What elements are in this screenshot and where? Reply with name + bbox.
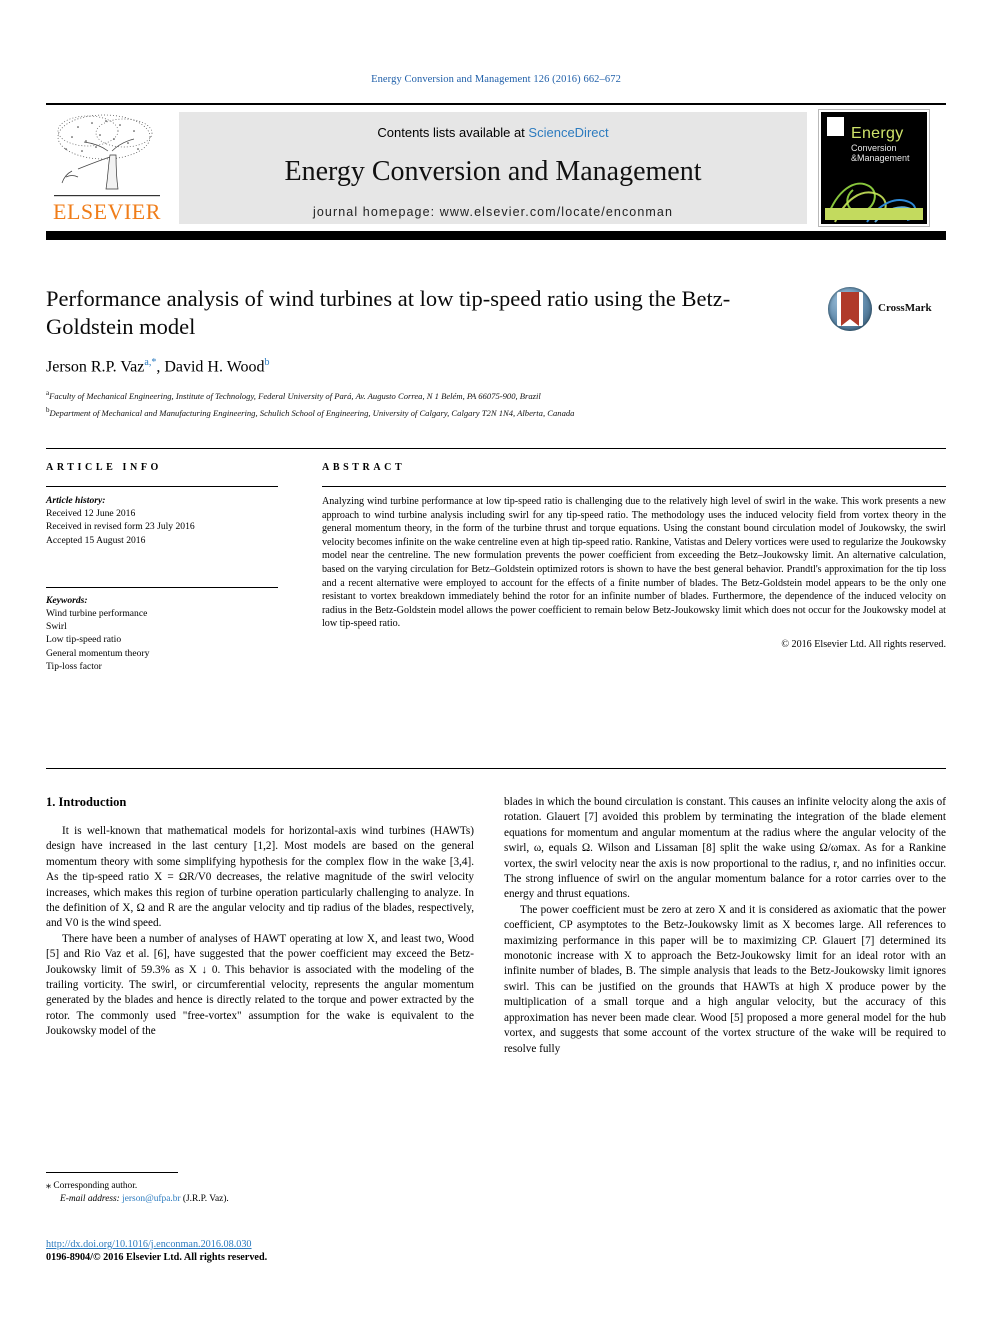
paragraph: It is well-known that mathematical model… [46,825,474,930]
masthead-top-rule [46,103,946,105]
running-head: Energy Conversion and Management 126 (20… [371,74,621,85]
author-name-2: David H. Wood [164,358,265,376]
page-title: Performance analysis of wind turbines at… [46,286,731,339]
paragraph: The power coefficient must be zero at ze… [504,903,946,1055]
keyword-item: Wind turbine performance [46,608,148,620]
doi-link[interactable]: http://dx.doi.org/10.1016/j.enconman.201… [46,1239,474,1250]
keyword-item: Swirl [46,621,67,633]
corresponding-author-text: Corresponding author. [53,1181,138,1191]
article-history-label: Article history: [46,495,106,506]
abstract-column: ABSTRACT Analyzing wind turbine performa… [322,462,946,650]
history-item: Accepted 15 August 2016 [46,534,146,546]
cover-subtitle-1: Conversion [851,143,897,153]
cover-footer-band [825,208,923,220]
article-history: Article history: Received 12 June 2016 R… [46,494,278,547]
affiliation-text-1: Faculty of Mechanical Engineering, Insti… [49,391,541,402]
email-link[interactable]: jerson@ufpa.br [122,1194,180,1204]
email-suffix: (J.R.P. Vaz). [182,1194,229,1204]
keyword-item: Low tip-speed ratio [46,634,122,646]
elsevier-logo: ELSEVIER [48,111,166,225]
masthead-bottom-bar [46,231,946,240]
journal-title: Energy Conversion and Management [284,156,702,187]
author-list: Jerson R.P. Vaza,*, David H. Woodb [46,357,946,376]
section-heading-introduction: 1. Introduction [46,795,127,809]
abstract-text: Analyzing wind turbine performance at lo… [322,496,946,630]
crossmark-label: CrossMark [878,302,932,314]
footnote-block: ⁎ Corresponding author. E-mail address: … [46,1172,474,1206]
email-label: E-mail address: [60,1194,120,1204]
article-info-heading: ARTICLE INFO [46,462,162,473]
paper-page: Energy Conversion and Management 126 (20… [0,0,992,1323]
crossmark-circle-icon [828,287,872,331]
elsevier-wordmark: ELSEVIER [53,199,161,224]
doi-block: http://dx.doi.org/10.1016/j.enconman.201… [46,1239,474,1263]
article-info-column: ARTICLE INFO Article history: Received 1… [46,462,278,673]
article-info-rule [46,486,278,487]
body-column-left: 1. Introduction It is well-known that ma… [46,795,474,1040]
history-item: Received in revised form 23 July 2016 [46,521,195,533]
email-note: E-mail address: jerson@ufpa.br (J.R.P. V… [46,1193,474,1206]
cover-elsevier-mark-icon [827,117,844,136]
body-column-right: blades in which the bound circulation is… [504,795,946,1057]
author-marks-2[interactable]: b [265,357,270,368]
contents-prefix: Contents lists available at [377,125,525,140]
crossmark-badge[interactable]: CrossMark [828,287,946,339]
journal-masthead: ELSEVIER Contents lists available at Sci… [46,103,946,240]
crossmark-ribbon-icon [841,292,859,326]
article-title-block: Performance analysis of wind turbines at… [46,285,946,419]
issn-copyright-line: 0196-8904/© 2016 Elsevier Ltd. All right… [46,1252,268,1263]
author-name-1: Jerson R.P. Vaz [46,358,145,376]
affiliation-1: aFaculty of Mechanical Engineering, Inst… [46,387,946,402]
asterisk-icon: ⁎ [46,1180,51,1191]
author-marks-1[interactable]: a,* [144,357,156,368]
abstract-copyright: © 2016 Elsevier Ltd. All rights reserved… [781,638,946,650]
contents-available-line: Contents lists available at ScienceDirec… [179,125,807,140]
journal-homepage[interactable]: journal homepage: www.elsevier.com/locat… [179,205,807,219]
keyword-item: General momentum theory [46,647,150,659]
abstract-heading: ABSTRACT [322,462,406,473]
cover-title: Energy [851,125,904,142]
journal-cover-thumbnail: Energy Conversion &Management [818,109,930,227]
history-item: Received 12 June 2016 [46,508,136,520]
affiliation-2: bDepartment of Mechanical and Manufactur… [46,404,946,419]
title-bottom-rule [46,448,946,449]
affiliation-text-2: Department of Mechanical and Manufacturi… [49,407,575,418]
abstract-rule [322,486,946,487]
sciencedirect-link[interactable]: ScienceDirect [528,125,608,140]
paragraph: There have been a number of analyses of … [46,932,474,1038]
body-top-rule [46,768,946,769]
footnote-rule [46,1172,178,1173]
journal-cover-art: Energy Conversion &Management [821,112,927,224]
keywords-rule [46,586,278,588]
contents-banner: Contents lists available at ScienceDirec… [179,112,807,224]
corresponding-author-note: ⁎ Corresponding author. [46,1179,474,1193]
paragraph: blades in which the bound circulation is… [504,796,946,901]
keyword-item: Tip-loss factor [46,660,102,672]
keywords-list: Keywords: Wind turbine performance Swirl… [46,594,278,673]
keywords-label: Keywords: [46,594,88,606]
